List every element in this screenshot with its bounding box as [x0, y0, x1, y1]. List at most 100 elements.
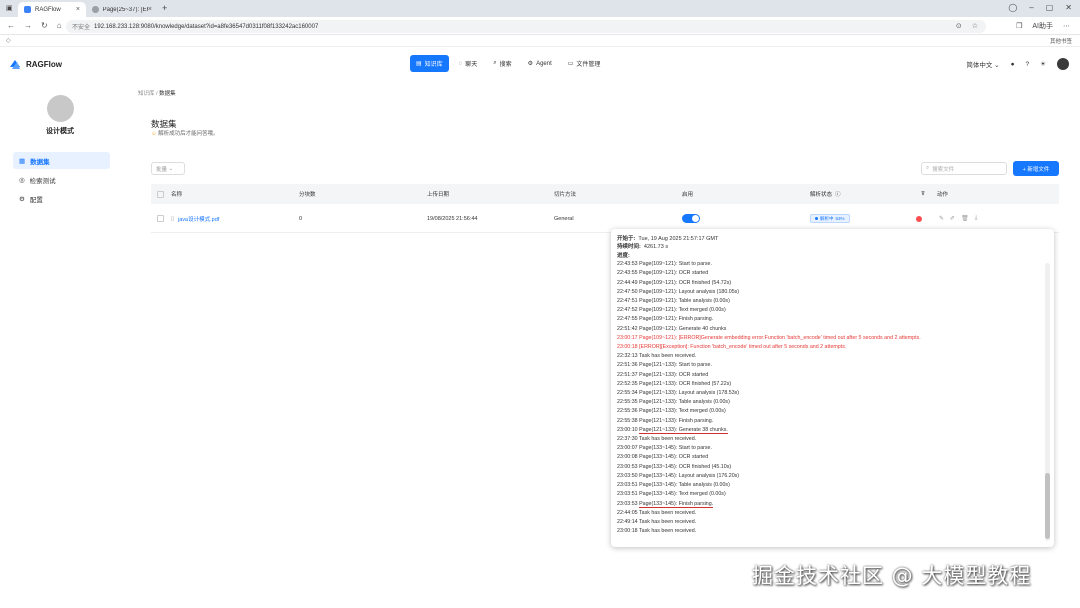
file-name-link[interactable]: java设计模式.pdf	[178, 215, 219, 223]
table-header: 名称 分块数 上传日期 切片方法 启用 解析状态 ⓘ ⊽ 动作	[151, 184, 1059, 204]
status-dot	[815, 217, 818, 220]
app-header: RAGFlow ▤ 知识库 ◌ 聊天 ⌕ 搜索 ⚙ Agent ▭ 文件管理 简…	[0, 47, 1080, 81]
log-line: 23:00:53 Page(133~145): OCR finished (45…	[617, 463, 732, 470]
breadcrumb-current: 数据集	[159, 91, 176, 97]
minimize-icon[interactable]: –	[1029, 3, 1033, 12]
select-all-checkbox[interactable]	[157, 190, 164, 198]
browser-tab-page[interactable]: Page(25~37): [ERROR]... ×	[86, 2, 158, 17]
stop-parse-icon[interactable]	[916, 215, 922, 222]
log-line: 23:00:18 Task has been received.	[617, 528, 697, 535]
theme-icon[interactable]: ☀	[1040, 60, 1046, 68]
chunk-method[interactable]: General	[554, 205, 574, 232]
delete-icon[interactable]: 🗑	[961, 215, 969, 222]
log-line: 22:51:37 Page(121~133): OCR started	[617, 371, 709, 378]
log-line: 22:44:49 Page(109~121): OCR finished (54…	[617, 279, 732, 286]
download-icon[interactable]: ⤓	[975, 215, 978, 222]
more-icon[interactable]: ⋯	[1063, 22, 1070, 30]
other-bookmarks[interactable]: 其他书签	[1050, 37, 1072, 45]
log-scrollbar[interactable]	[1045, 263, 1050, 541]
logo-text: RAGFlow	[26, 59, 62, 69]
row-checkbox[interactable]	[157, 215, 164, 222]
close-icon[interactable]: ×	[76, 6, 80, 13]
tab-menu-icon[interactable]: ▣	[6, 4, 13, 12]
ragflow-logo[interactable]: RAGFlow	[9, 58, 62, 70]
language-select[interactable]: 简体中文 ⌄	[966, 59, 999, 69]
edit-icon[interactable]: ✐	[950, 215, 955, 222]
search-icon: ⌕	[926, 165, 930, 171]
log-line-highlight: Page(121~133): Generate 38 chunks.	[639, 426, 728, 434]
nav-agent[interactable]: ⚙ Agent	[522, 55, 558, 72]
col-status: 解析状态	[810, 192, 833, 198]
log-line: 22:51:42 Page(109~121): Generate 40 chun…	[617, 325, 727, 332]
help-icon[interactable]: ?	[1026, 61, 1030, 68]
location-icon[interactable]: ⊙	[956, 22, 962, 30]
search-input[interactable]: ⌕ 搜索文件	[921, 162, 1007, 175]
duration-value: 4261.73 s	[643, 244, 669, 251]
log-lines: 22:43:53 Page(109~121): Start to parse. 2…	[617, 260, 1048, 536]
col-enabled: 启用	[682, 192, 694, 198]
log-line: 23:00:07 Page(133~145): Start to parse.	[617, 445, 712, 452]
log-line: 22:51:36 Page(121~133): Start to parse.	[617, 362, 712, 369]
bookmark-icon[interactable]: ◇	[6, 37, 11, 44]
sidebar-item-retrieval-test[interactable]: ◎ 检索测试	[13, 171, 110, 188]
insecure-label: 不安全	[72, 25, 91, 31]
home-icon[interactable]: ⌂	[57, 21, 62, 30]
log-line: 22:55:36 Page(121~133): Text merged (0.0…	[617, 408, 726, 415]
log-line: 22:47:50 Page(109~121): Layout analysis …	[617, 288, 740, 295]
close-icon[interactable]: ×	[148, 6, 152, 13]
url-input[interactable]: 不安全 192.168.233.128:9080/knowledge/datas…	[66, 20, 986, 33]
new-tab-button[interactable]: +	[162, 3, 167, 13]
log-line: 23:03:51 Page(133~145): Text merged (0.0…	[617, 491, 726, 498]
pop-meta: 开始于: Tue, 19 Aug 2025 21:57:17 GMT 持续时间:…	[617, 235, 1048, 260]
browser-tab-ragflow[interactable]: RAGFlow ×	[18, 2, 86, 17]
info-icon[interactable]: ⓘ	[835, 190, 841, 198]
tool-icon[interactable]: ✎	[939, 215, 944, 222]
settings-icon: ⚙	[19, 195, 25, 203]
log-line-time: 23:03:53	[617, 500, 640, 507]
github-icon[interactable]: ●	[1011, 61, 1015, 68]
user-avatar[interactable]	[1057, 58, 1069, 70]
start-row: 开始于: Tue, 19 Aug 2025 21:57:17 GMT	[617, 235, 1048, 243]
status-text: 解析中	[820, 215, 834, 221]
nav-chat[interactable]: ◌ 聊天	[453, 55, 484, 72]
sidebar-item-dataset[interactable]: ▦ 数据集	[13, 152, 110, 169]
filter-icon[interactable]: ⊽	[921, 184, 925, 204]
col-upload-date[interactable]: 上传日期	[427, 184, 449, 204]
log-line: 23:03:51 Page(133~145): Table analysis (…	[617, 482, 730, 489]
batch-select[interactable]: 批量 ⌄	[151, 162, 185, 175]
log-scroll-thumb[interactable]	[1045, 473, 1050, 539]
ai-assistant-button[interactable]: AI助手	[1032, 21, 1053, 31]
batch-label: 批量	[156, 166, 168, 173]
log-line: 23:03:50 Page(133~145): Layout analysis …	[617, 472, 740, 479]
col-chunks[interactable]: 分块数	[299, 184, 316, 204]
dataset-icon: ▦	[19, 157, 26, 165]
log-line-error: 23:00:18 [ERROR][Exception]: Function 'b…	[617, 344, 847, 351]
browser-tab-bar: ▣ RAGFlow × Page(25~37): [ERROR]... × + …	[0, 0, 1080, 17]
extensions-icon[interactable]: ❒	[1016, 22, 1022, 30]
breadcrumb-link[interactable]: 知识库	[138, 91, 155, 97]
progress-row: 进度:	[617, 252, 1048, 260]
enable-toggle[interactable]	[682, 214, 700, 223]
sidebar-item-settings[interactable]: ⚙ 配置	[13, 190, 110, 207]
profile-icon[interactable]: ◯	[1008, 3, 1017, 12]
col-status-wrap: 解析状态 ⓘ	[810, 184, 841, 204]
nav-file-management[interactable]: ▭ 文件管理	[562, 55, 607, 72]
star-icon[interactable]: ☆	[972, 22, 978, 30]
add-file-button[interactable]: + 新增文件	[1013, 161, 1059, 176]
log-line: 23:00:10 Page(121~133): Generate 38 chun…	[617, 426, 1048, 435]
status-badge[interactable]: 解析中 53%	[810, 214, 850, 223]
col-name[interactable]: 名称	[171, 184, 182, 204]
kb-avatar	[47, 95, 74, 122]
retrieval-icon: ◎	[19, 176, 25, 184]
col-actions: 动作	[937, 192, 949, 198]
close-window-icon[interactable]: ✕	[1065, 3, 1072, 12]
subtitle-text: 解析成功后才能问答哦。	[158, 131, 219, 137]
ragflow-favicon	[24, 6, 31, 13]
nav-knowledge-base[interactable]: ▤ 知识库	[410, 55, 449, 72]
log-line: 22:32:13 Task has been received.	[617, 353, 697, 360]
nav-search[interactable]: ⌕ 搜索	[487, 55, 517, 72]
reload-icon[interactable]: ↻	[41, 21, 48, 30]
forward-icon[interactable]: →	[24, 21, 32, 30]
maximize-icon[interactable]: ▢	[1046, 3, 1054, 12]
back-icon[interactable]: ←	[7, 21, 15, 30]
